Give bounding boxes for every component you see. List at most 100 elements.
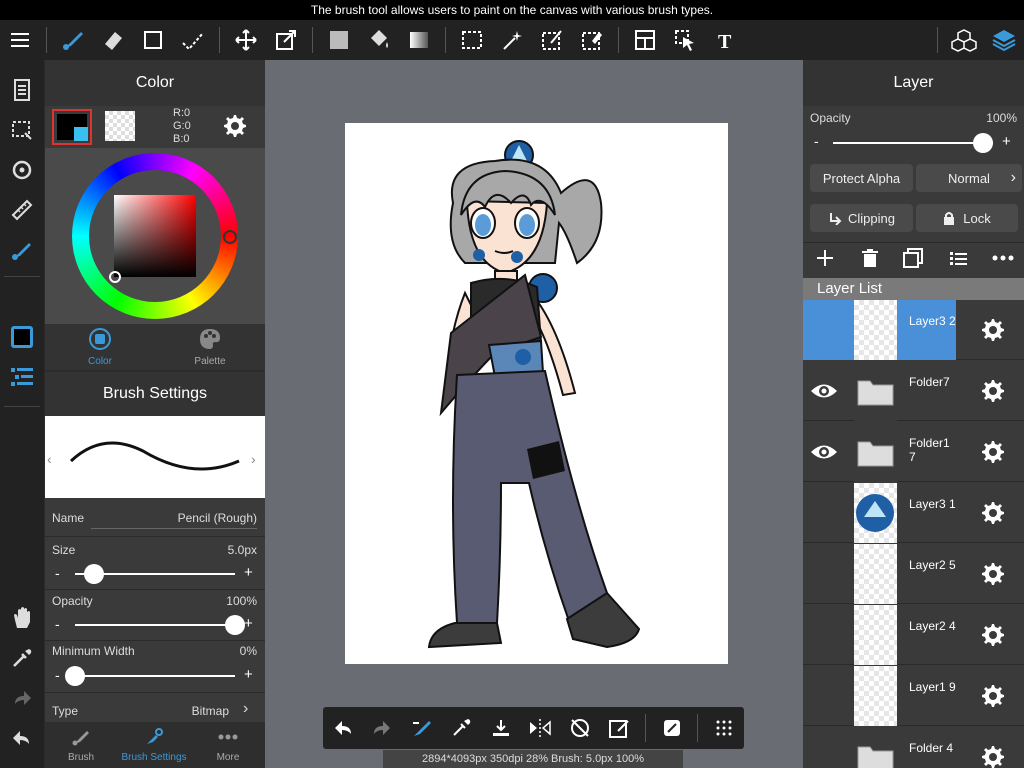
layer-opacity-slider-track[interactable] — [833, 142, 993, 144]
edit-selection-icon[interactable] — [600, 707, 640, 749]
layer-settings-gear-icon[interactable] — [979, 560, 1007, 588]
grid-dots-icon[interactable] — [704, 707, 744, 749]
layer-row[interactable]: Layer3 2 — [803, 300, 1024, 360]
min-width-plus-button[interactable]: + — [244, 666, 253, 683]
layer-list-options-icon[interactable] — [948, 248, 968, 268]
layer-image-icon[interactable] — [903, 248, 923, 268]
tab-more[interactable]: More — [191, 722, 265, 768]
next-brush-icon[interactable]: › — [251, 451, 256, 467]
transform-tool-icon[interactable] — [266, 20, 306, 60]
magic-wand-icon[interactable] — [492, 20, 532, 60]
flip-horizontal-icon[interactable] — [521, 707, 561, 749]
select-pen-icon[interactable] — [532, 20, 572, 60]
frame-divider-icon[interactable] — [625, 20, 665, 60]
color-wheel-area[interactable] — [45, 148, 265, 324]
redo-icon[interactable] — [0, 680, 44, 716]
ruler-icon[interactable] — [0, 192, 44, 228]
artboard[interactable] — [345, 123, 728, 664]
select-rect-icon[interactable] — [452, 20, 492, 60]
redo-icon[interactable] — [363, 707, 403, 749]
layer-opacity-slider-knob[interactable] — [973, 133, 993, 153]
layer-opacity-plus-button[interactable]: + — [1002, 133, 1011, 150]
tab-brush-settings[interactable]: Brush Settings — [117, 722, 191, 768]
size-minus-button[interactable]: - — [55, 565, 60, 581]
operation-tool-icon[interactable] — [665, 20, 705, 60]
visibility-eye-icon[interactable] — [803, 727, 845, 768]
tab-brush[interactable]: Brush — [45, 722, 117, 768]
layer-settings-gear-icon[interactable] — [979, 621, 1007, 649]
saturation-value-square[interactable] — [114, 195, 196, 277]
primary-color-swatch[interactable] — [52, 109, 92, 145]
color-settings-gear-icon[interactable] — [221, 112, 249, 145]
brush-tool-icon[interactable] — [53, 20, 93, 60]
brush-quick-icon[interactable] — [0, 232, 44, 268]
gradient-tool-icon[interactable] — [399, 20, 439, 60]
visibility-eye-icon[interactable] — [803, 483, 845, 543]
size-plus-button[interactable]: + — [244, 564, 253, 581]
layer-settings-gear-icon[interactable] — [979, 682, 1007, 710]
protect-alpha-button[interactable]: Protect Alpha — [810, 164, 913, 192]
visibility-eye-icon[interactable] — [803, 666, 845, 726]
layer-row[interactable]: Folder1 7 — [803, 422, 1024, 482]
snap-icon[interactable] — [652, 707, 692, 749]
layer-settings-gear-icon[interactable] — [979, 499, 1007, 527]
fill-color-icon[interactable] — [319, 20, 359, 60]
opacity-minus-button[interactable]: - — [55, 616, 60, 632]
text-tool-icon[interactable]: T — [705, 20, 745, 60]
transparent-color-swatch[interactable] — [105, 111, 135, 141]
brush-type-value[interactable]: Bitmap — [145, 704, 229, 718]
layer-opacity-minus-button[interactable]: - — [814, 133, 819, 149]
selection-icon[interactable] — [0, 112, 44, 148]
clipping-button[interactable]: Clipping — [810, 204, 913, 232]
layer-settings-gear-icon[interactable] — [979, 377, 1007, 405]
lasso-fill-icon[interactable] — [173, 20, 213, 60]
layer-settings-gear-icon[interactable] — [979, 743, 1007, 768]
visibility-eye-icon[interactable] — [803, 300, 845, 360]
layers-icon[interactable] — [984, 20, 1024, 60]
shape-tool-icon[interactable] — [133, 20, 173, 60]
color-swatch-icon[interactable] — [0, 319, 44, 355]
min-width-minus-button[interactable]: - — [55, 667, 60, 683]
layer-settings-gear-icon[interactable] — [979, 438, 1007, 466]
undo-icon[interactable] — [323, 707, 363, 749]
rotate-canvas-icon[interactable] — [0, 152, 44, 188]
sv-picker-handle[interactable] — [109, 271, 121, 283]
size-slider-knob[interactable] — [84, 564, 105, 584]
brush-name-value[interactable]: Pencil (Rough) — [91, 511, 257, 525]
save-download-icon[interactable] — [481, 707, 521, 749]
tab-color[interactable]: Color — [45, 324, 155, 370]
brush-eraser-toggle-icon[interactable] — [402, 707, 442, 749]
layer-row[interactable]: Layer2 4 — [803, 605, 1024, 665]
layer-row[interactable]: Folder7 — [803, 361, 1024, 421]
layer-more-icon[interactable] — [991, 248, 1015, 268]
hue-picker-handle[interactable] — [223, 230, 237, 244]
pages-icon[interactable] — [0, 72, 44, 108]
visibility-eye-icon[interactable] — [803, 422, 845, 482]
lock-button[interactable]: Lock — [916, 204, 1018, 232]
reset-rotation-icon[interactable] — [560, 707, 600, 749]
select-eraser-icon[interactable] — [572, 20, 612, 60]
undo-icon[interactable] — [0, 720, 44, 756]
layer-row[interactable]: Folder 4 — [803, 727, 1024, 768]
menu-icon[interactable] — [0, 20, 40, 60]
layer-settings-gear-icon[interactable] — [979, 316, 1007, 344]
visibility-eye-icon[interactable] — [803, 361, 845, 421]
bucket-fill-icon[interactable] — [359, 20, 399, 60]
hand-tool-icon[interactable] — [0, 600, 44, 636]
min-width-slider-knob[interactable] — [65, 666, 85, 686]
layer-row[interactable]: Layer2 5 — [803, 544, 1024, 604]
layer-list-icon[interactable] — [0, 359, 44, 395]
blend-mode-button[interactable]: Normal › — [916, 164, 1022, 192]
opacity-slider-knob[interactable] — [225, 615, 245, 635]
move-tool-icon[interactable] — [226, 20, 266, 60]
trash-icon[interactable] — [860, 248, 880, 268]
layer-row[interactable]: Layer1 9 — [803, 666, 1024, 726]
visibility-eye-icon[interactable] — [803, 605, 845, 665]
opacity-slider-track[interactable] — [75, 624, 235, 626]
prev-brush-icon[interactable]: ‹ — [47, 451, 52, 467]
visibility-eye-icon[interactable] — [803, 544, 845, 604]
materials-icon[interactable] — [944, 20, 984, 60]
min-width-slider-track[interactable] — [75, 675, 235, 677]
eyedropper-icon[interactable] — [442, 707, 482, 749]
eraser-tool-icon[interactable] — [93, 20, 133, 60]
